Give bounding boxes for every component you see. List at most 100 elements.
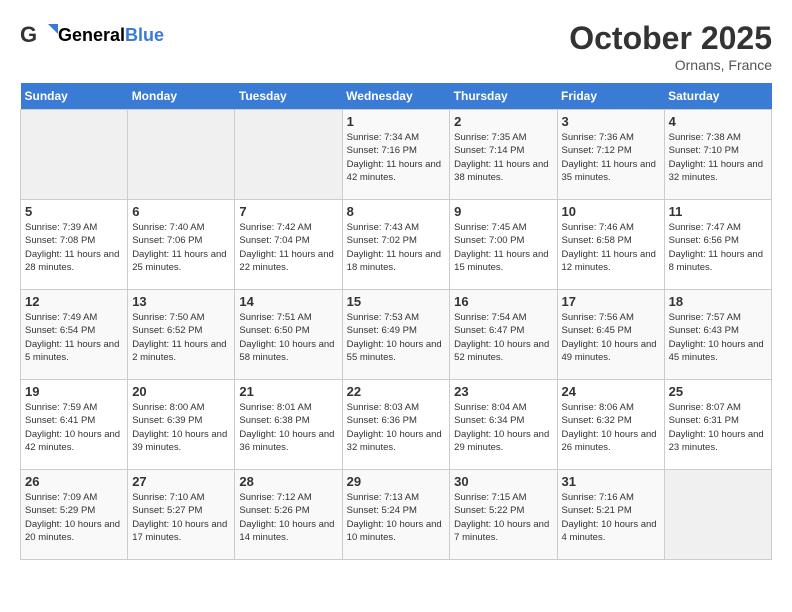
day-number: 2 xyxy=(454,114,552,129)
day-info: Sunrise: 8:01 AM Sunset: 6:38 PM Dayligh… xyxy=(239,401,337,454)
day-number: 5 xyxy=(25,204,123,219)
day-info: Sunrise: 8:07 AM Sunset: 6:31 PM Dayligh… xyxy=(669,401,767,454)
calendar-day-cell: 17 Sunrise: 7:56 AM Sunset: 6:45 PM Dayli… xyxy=(557,290,664,380)
calendar-day-cell: 24 Sunrise: 8:06 AM Sunset: 6:32 PM Dayli… xyxy=(557,380,664,470)
day-info: Sunrise: 7:47 AM Sunset: 6:56 PM Dayligh… xyxy=(669,221,767,274)
day-number: 7 xyxy=(239,204,337,219)
calendar-day-cell: 31 Sunrise: 7:16 AM Sunset: 5:21 PM Dayli… xyxy=(557,470,664,560)
day-info: Sunrise: 7:53 AM Sunset: 6:49 PM Dayligh… xyxy=(347,311,446,364)
header-sunday: Sunday xyxy=(21,83,128,110)
calendar-day-cell xyxy=(128,110,235,200)
calendar-day-cell: 10Sunrise: 7:46 AM Sunset: 6:58 PM Dayli… xyxy=(557,200,664,290)
calendar-day-cell: 29Sunrise: 7:13 AM Sunset: 5:24 PM Dayli… xyxy=(342,470,450,560)
day-number: 31 xyxy=(562,474,660,489)
day-info: Sunrise: 7:46 AM Sunset: 6:58 PM Dayligh… xyxy=(562,221,660,274)
day-number: 27 xyxy=(132,474,230,489)
calendar-day-cell: 4 Sunrise: 7:38 AM Sunset: 7:10 PM Daylig… xyxy=(664,110,771,200)
day-number: 25 xyxy=(669,384,767,399)
calendar-day-cell: 6Sunrise: 7:40 AM Sunset: 7:06 PM Daylig… xyxy=(128,200,235,290)
day-number: 20 xyxy=(132,384,230,399)
day-info: Sunrise: 7:38 AM Sunset: 7:10 PM Dayligh… xyxy=(669,131,767,184)
day-number: 22 xyxy=(347,384,446,399)
day-number: 23 xyxy=(454,384,552,399)
calendar-day-cell: 20 Sunrise: 8:00 AM Sunset: 6:39 PM Dayli… xyxy=(128,380,235,470)
day-number: 8 xyxy=(347,204,446,219)
calendar-week-5: 26 Sunrise: 7:09 AM Sunset: 5:29 PM Dayli… xyxy=(21,470,772,560)
header-saturday: Saturday xyxy=(664,83,771,110)
calendar-day-cell: 11 Sunrise: 7:47 AM Sunset: 6:56 PM Dayli… xyxy=(664,200,771,290)
svg-text:G: G xyxy=(20,22,37,47)
calendar-day-cell: 22 Sunrise: 8:03 AM Sunset: 6:36 PM Dayli… xyxy=(342,380,450,470)
calendar-day-cell: 9 Sunrise: 7:45 AM Sunset: 7:00 PM Daylig… xyxy=(450,200,557,290)
day-info: Sunrise: 7:54 AM Sunset: 6:47 PM Dayligh… xyxy=(454,311,552,364)
day-number: 13 xyxy=(132,294,230,309)
calendar-day-cell: 18 Sunrise: 7:57 AM Sunset: 6:43 PM Dayli… xyxy=(664,290,771,380)
calendar-day-cell: 13 Sunrise: 7:50 AM Sunset: 6:52 PM Dayli… xyxy=(128,290,235,380)
day-info: Sunrise: 8:03 AM Sunset: 6:36 PM Dayligh… xyxy=(347,401,446,454)
day-info: Sunrise: 7:39 AM Sunset: 7:08 PM Dayligh… xyxy=(25,221,123,274)
calendar-day-cell: 26 Sunrise: 7:09 AM Sunset: 5:29 PM Dayli… xyxy=(21,470,128,560)
calendar-day-cell: 12 Sunrise: 7:49 AM Sunset: 6:54 PM Dayli… xyxy=(21,290,128,380)
calendar-day-cell: 3Sunrise: 7:36 AM Sunset: 7:12 PM Daylig… xyxy=(557,110,664,200)
day-number: 11 xyxy=(669,204,767,219)
calendar-week-2: 5 Sunrise: 7:39 AM Sunset: 7:08 PM Daylig… xyxy=(21,200,772,290)
calendar-day-cell: 16 Sunrise: 7:54 AM Sunset: 6:47 PM Dayli… xyxy=(450,290,557,380)
header-friday: Friday xyxy=(557,83,664,110)
day-number: 18 xyxy=(669,294,767,309)
calendar-header-row: SundayMondayTuesdayWednesdayThursdayFrid… xyxy=(21,83,772,110)
day-number: 1 xyxy=(347,114,446,129)
calendar-week-1: 1 Sunrise: 7:34 AM Sunset: 7:16 PM Daylig… xyxy=(21,110,772,200)
day-info: Sunrise: 7:16 AM Sunset: 5:21 PM Dayligh… xyxy=(562,491,660,544)
day-number: 12 xyxy=(25,294,123,309)
day-info: Sunrise: 7:36 AM Sunset: 7:12 PM Dayligh… xyxy=(562,131,660,184)
calendar-week-4: 19Sunrise: 7:59 AM Sunset: 6:41 PM Dayli… xyxy=(21,380,772,470)
logo-icon: G xyxy=(20,20,58,50)
day-info: Sunrise: 8:06 AM Sunset: 6:32 PM Dayligh… xyxy=(562,401,660,454)
day-info: Sunrise: 7:49 AM Sunset: 6:54 PM Dayligh… xyxy=(25,311,123,364)
day-number: 9 xyxy=(454,204,552,219)
calendar-day-cell xyxy=(664,470,771,560)
header-monday: Monday xyxy=(128,83,235,110)
calendar-day-cell: 1 Sunrise: 7:34 AM Sunset: 7:16 PM Daylig… xyxy=(342,110,450,200)
title-area: October 2025 Ornans, France xyxy=(569,20,772,73)
header-wednesday: Wednesday xyxy=(342,83,450,110)
logo-blue: Blue xyxy=(125,25,164,46)
day-info: Sunrise: 7:35 AM Sunset: 7:14 PM Dayligh… xyxy=(454,131,552,184)
day-info: Sunrise: 7:45 AM Sunset: 7:00 PM Dayligh… xyxy=(454,221,552,274)
day-info: Sunrise: 7:56 AM Sunset: 6:45 PM Dayligh… xyxy=(562,311,660,364)
day-number: 30 xyxy=(454,474,552,489)
calendar-day-cell: 27Sunrise: 7:10 AM Sunset: 5:27 PM Dayli… xyxy=(128,470,235,560)
calendar-day-cell: 19Sunrise: 7:59 AM Sunset: 6:41 PM Dayli… xyxy=(21,380,128,470)
day-number: 21 xyxy=(239,384,337,399)
day-number: 19 xyxy=(25,384,123,399)
day-info: Sunrise: 7:57 AM Sunset: 6:43 PM Dayligh… xyxy=(669,311,767,364)
calendar-day-cell: 14Sunrise: 7:51 AM Sunset: 6:50 PM Dayli… xyxy=(235,290,342,380)
calendar-day-cell xyxy=(235,110,342,200)
day-number: 6 xyxy=(132,204,230,219)
day-info: Sunrise: 7:13 AM Sunset: 5:24 PM Dayligh… xyxy=(347,491,446,544)
day-info: Sunrise: 7:09 AM Sunset: 5:29 PM Dayligh… xyxy=(25,491,123,544)
day-number: 16 xyxy=(454,294,552,309)
day-info: Sunrise: 7:43 AM Sunset: 7:02 PM Dayligh… xyxy=(347,221,446,274)
calendar-day-cell: 5 Sunrise: 7:39 AM Sunset: 7:08 PM Daylig… xyxy=(21,200,128,290)
calendar-day-cell: 7Sunrise: 7:42 AM Sunset: 7:04 PM Daylig… xyxy=(235,200,342,290)
day-number: 4 xyxy=(669,114,767,129)
day-info: Sunrise: 7:15 AM Sunset: 5:22 PM Dayligh… xyxy=(454,491,552,544)
calendar-day-cell: 23 Sunrise: 8:04 AM Sunset: 6:34 PM Dayli… xyxy=(450,380,557,470)
day-info: Sunrise: 8:04 AM Sunset: 6:34 PM Dayligh… xyxy=(454,401,552,454)
header-thursday: Thursday xyxy=(450,83,557,110)
calendar-day-cell: 8 Sunrise: 7:43 AM Sunset: 7:02 PM Daylig… xyxy=(342,200,450,290)
calendar-day-cell: 25 Sunrise: 8:07 AM Sunset: 6:31 PM Dayli… xyxy=(664,380,771,470)
day-info: Sunrise: 7:50 AM Sunset: 6:52 PM Dayligh… xyxy=(132,311,230,364)
day-number: 14 xyxy=(239,294,337,309)
day-info: Sunrise: 7:34 AM Sunset: 7:16 PM Dayligh… xyxy=(347,131,446,184)
calendar-table: SundayMondayTuesdayWednesdayThursdayFrid… xyxy=(20,83,772,560)
header-tuesday: Tuesday xyxy=(235,83,342,110)
day-number: 24 xyxy=(562,384,660,399)
day-number: 17 xyxy=(562,294,660,309)
day-number: 26 xyxy=(25,474,123,489)
logo: G GeneralBlue xyxy=(20,20,164,50)
day-info: Sunrise: 8:00 AM Sunset: 6:39 PM Dayligh… xyxy=(132,401,230,454)
day-info: Sunrise: 7:12 AM Sunset: 5:26 PM Dayligh… xyxy=(239,491,337,544)
calendar-day-cell: 2 Sunrise: 7:35 AM Sunset: 7:14 PM Daylig… xyxy=(450,110,557,200)
